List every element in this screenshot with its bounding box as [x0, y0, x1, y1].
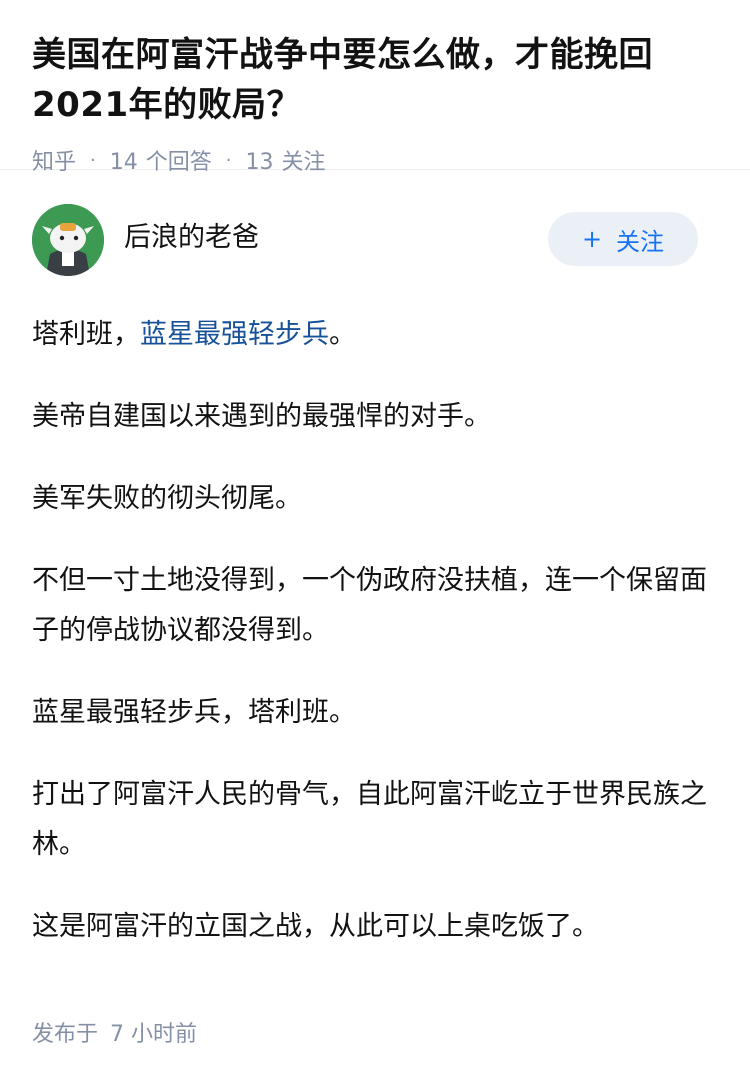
answer-body: 塔利班，蓝星最强轻步兵。 美帝自建国以来遇到的最强悍的对手。 美军失败的彻头彻尾… [0, 310, 750, 952]
question-header: 美国在阿富汗战争中要怎么做，才能挽回2021年的败局？ 知乎 · 14 个回答 ·… [0, 0, 750, 175]
followers-count-link[interactable]: 13 关注 [246, 144, 326, 176]
answers-count: 14 [109, 150, 138, 175]
question-meta: 知乎 · 14 个回答 · 13 关注 [32, 144, 718, 176]
keyword-link[interactable]: 蓝星最强轻步兵 [140, 319, 329, 350]
author-name[interactable]: 后浪的老爸 [124, 218, 259, 258]
plus-icon: + [581, 225, 603, 253]
answers-count-link[interactable]: 14 个回答 [110, 144, 212, 176]
paragraph-text: 。 [329, 319, 356, 350]
source-label[interactable]: 知乎 [32, 144, 76, 176]
answer-paragraph: 美帝自建国以来遇到的最强悍的对手。 [32, 401, 491, 432]
answers-label: 个回答 [145, 150, 212, 175]
published-label: 发布于 [32, 1022, 99, 1047]
separator-dot: · [90, 149, 96, 171]
follow-label: 关注 [616, 227, 665, 256]
answer-paragraph: 不但一寸土地没得到，一个伪政府没扶植，连一个保留面子的停战协议都没得到。 [32, 565, 707, 646]
answer-paragraph: 美军失败的彻头彻尾。 [32, 483, 302, 514]
question-title[interactable]: 美国在阿富汗战争中要怎么做，才能挽回2021年的败局？ [32, 30, 718, 130]
followers-count: 13 [245, 150, 274, 175]
published-time: 发布于 7 小时前 [32, 1016, 197, 1048]
separator-dot: · [225, 149, 232, 171]
published-time-value: 7 小时前 [110, 1022, 198, 1047]
answer-paragraph: 这是阿富汗的立国之战，从此可以上桌吃饭了。 [32, 911, 599, 942]
answer-paragraph: 蓝星最强轻步兵，塔利班。 [32, 697, 356, 728]
follow-button[interactable]: + 关注 [548, 212, 698, 266]
paragraph-text: 塔利班， [32, 319, 140, 350]
cartoon-avatar-icon[interactable] [32, 204, 104, 276]
followers-label: 关注 [281, 150, 326, 175]
answer-paragraph: 塔利班，蓝星最强轻步兵。 [32, 310, 718, 360]
answer-paragraph: 打出了阿富汗人民的骨气，自此阿富汗屹立于世界民族之林。 [32, 779, 707, 860]
author-row: 后浪的老爸 + 关注 [0, 200, 750, 310]
